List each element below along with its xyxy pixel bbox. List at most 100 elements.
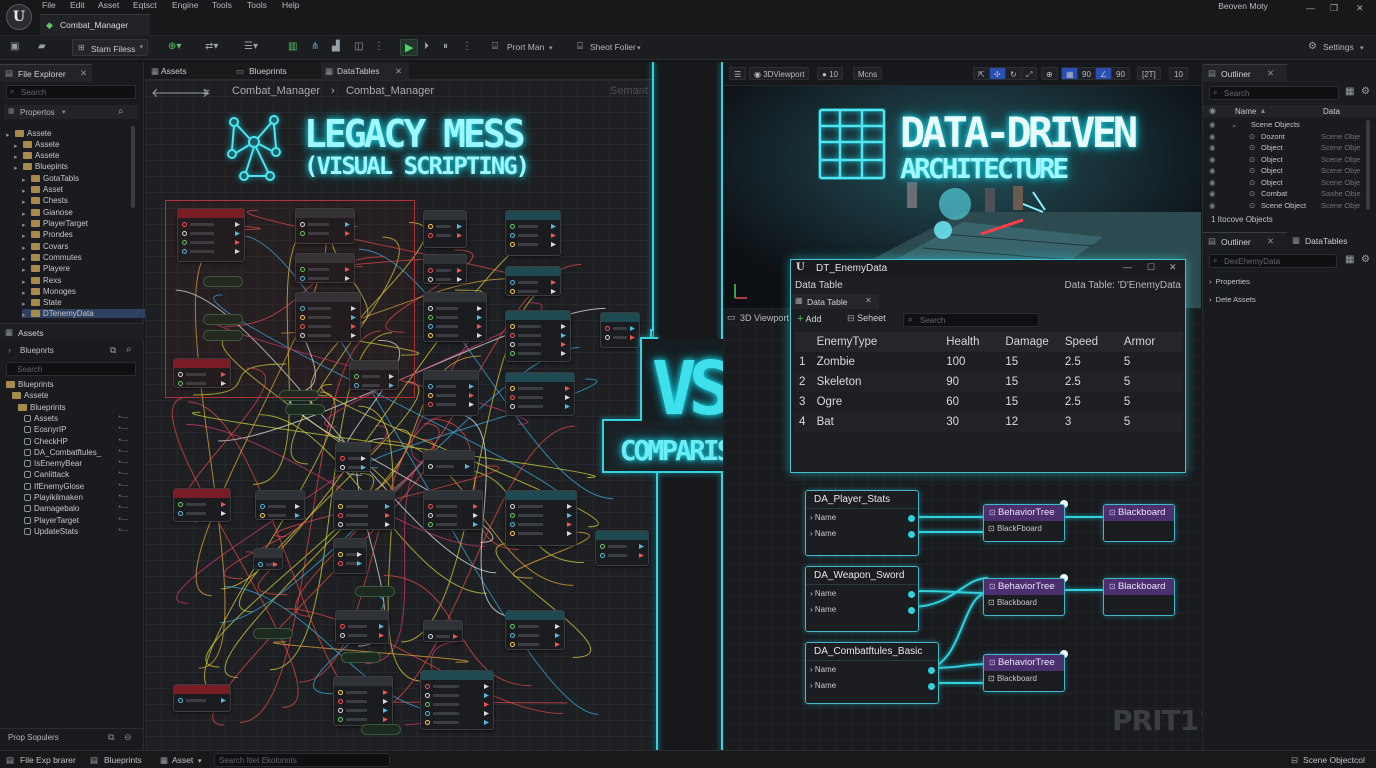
search-icon[interactable]: ⌕ <box>126 344 132 355</box>
table-cell[interactable]: Skeleton <box>817 372 947 392</box>
behavior-tree-node[interactable]: ⊡ BehaviorTree ⊡ BlackFboard <box>983 504 1065 542</box>
table-cell[interactable]: 5 <box>1124 372 1183 392</box>
play-button[interactable]: ▶ <box>400 39 418 56</box>
node-pin[interactable] <box>425 711 430 716</box>
save-icon[interactable]: ▣ <box>10 41 19 52</box>
minimize-icon[interactable]: — <box>1123 262 1132 272</box>
step-icon[interactable]: ⏵ <box>424 41 429 52</box>
asset-item[interactable]: Playikilmaken •— <box>24 493 136 502</box>
node-pin[interactable] <box>477 306 482 311</box>
filter-icon[interactable]: ▦ <box>1345 86 1354 97</box>
branch-icon[interactable]: ⋔ <box>311 41 319 52</box>
node-pin[interactable] <box>428 464 433 469</box>
node-pin[interactable] <box>428 224 433 229</box>
node-pin[interactable] <box>510 289 515 294</box>
column-header[interactable]: Damage <box>1005 332 1065 352</box>
blueprint-node[interactable] <box>505 372 575 416</box>
blueprint-node[interactable] <box>423 370 479 416</box>
blueprint-node[interactable] <box>333 538 367 574</box>
details-search-input[interactable]: ⌕ DexEhemyData <box>1209 254 1337 268</box>
scrollbar[interactable] <box>131 126 135 208</box>
visibility-icon[interactable]: ◉ <box>1209 189 1216 198</box>
settings-icon[interactable]: ⊖ <box>124 732 132 743</box>
node-pin[interactable] <box>428 402 433 407</box>
node-pin[interactable] <box>473 504 478 509</box>
tab-datatables[interactable]: ▦ DataTables <box>1287 232 1376 250</box>
datatable-search-input[interactable]: ⌕ Search <box>903 313 1039 327</box>
node-pin[interactable] <box>561 324 566 329</box>
scrollbar[interactable] <box>1366 120 1370 210</box>
visibility-icon[interactable]: ◉ <box>1209 143 1216 152</box>
folder-icon[interactable]: ▰ <box>38 41 46 52</box>
sheet-folder-menu[interactable]: Sheot Folier <box>590 42 636 52</box>
blueprint-node[interactable] <box>423 254 467 284</box>
variable-node[interactable] <box>361 724 401 735</box>
node-pin[interactable] <box>428 233 433 238</box>
node-pin[interactable] <box>477 333 482 338</box>
fov-control[interactable]: ● 10 <box>817 67 843 80</box>
node-pin[interactable] <box>484 693 489 698</box>
share-icon[interactable]: ⇄▾ <box>205 41 218 52</box>
outliner-row[interactable]: ◉ ⊙ Object Scene Obje <box>1203 155 1376 166</box>
node-pin[interactable] <box>484 711 489 716</box>
node-pin[interactable] <box>477 324 482 329</box>
node-pin[interactable] <box>551 224 556 229</box>
node-pin[interactable] <box>477 315 482 320</box>
node-pin[interactable] <box>428 504 433 509</box>
node-pin[interactable] <box>428 306 433 311</box>
tree-item[interactable]: ▸ Covars <box>22 242 68 252</box>
node-pin[interactable] <box>385 504 390 509</box>
tree-item[interactable]: ▸ Commutes <box>22 253 82 263</box>
table-cell[interactable]: 15 <box>1005 372 1064 392</box>
node-pin[interactable] <box>510 351 515 356</box>
section-data-assets[interactable]: › Dete Assets <box>1209 295 1256 304</box>
close-tab-icon[interactable]: ✕ <box>80 68 87 79</box>
angle-snap-icon[interactable]: ∠ <box>1095 67 1113 80</box>
node-pin[interactable] <box>510 513 515 518</box>
output-pin[interactable] <box>908 531 915 538</box>
list-icon[interactable]: ☰▾ <box>244 41 258 52</box>
node-pin[interactable] <box>567 504 572 509</box>
table-row[interactable]: 3 Ogre 60 15 2.5 5 <box>795 392 1183 412</box>
blueprint-node[interactable] <box>255 490 305 520</box>
node-pin[interactable] <box>561 351 566 356</box>
hierarchy-icon[interactable]: ⌗ <box>203 85 210 100</box>
node-pin[interactable] <box>379 624 384 629</box>
more-icon[interactable]: •— <box>119 437 128 444</box>
asset-item[interactable]: CheckHP •— <box>24 437 136 446</box>
section-properties[interactable]: › Properties <box>1209 277 1250 286</box>
menu-help[interactable]: Help <box>282 0 299 10</box>
node-pin[interactable] <box>510 624 515 629</box>
node-pin[interactable] <box>551 289 556 294</box>
node-pin[interactable] <box>338 690 343 695</box>
node-pin[interactable] <box>428 268 433 273</box>
node-pin[interactable] <box>340 465 345 470</box>
blueprint-node[interactable] <box>423 450 475 476</box>
column-header[interactable]: Speed <box>1064 332 1124 352</box>
status-file-explorer[interactable]: File Exp brarer <box>20 755 76 765</box>
node-pin[interactable] <box>457 277 462 282</box>
tree-item[interactable]: ▸ DTenemyData <box>22 309 146 319</box>
node-pin[interactable] <box>551 280 556 285</box>
node-pin[interactable] <box>484 702 489 707</box>
node-pin[interactable] <box>510 404 515 409</box>
table-cell[interactable]: 15 <box>1005 392 1064 412</box>
data-asset-node[interactable]: DA_Combatftules_Basic › Name › Name <box>805 642 939 704</box>
search-icon[interactable]: ⌕ <box>118 106 124 117</box>
asset-item[interactable]: IfEnemyGlose •— <box>24 482 136 491</box>
node-pin[interactable] <box>338 717 343 722</box>
col-name[interactable]: Name <box>1235 107 1256 116</box>
node-pin[interactable] <box>555 633 560 638</box>
tree-item[interactable]: ▸ Assete <box>6 129 51 139</box>
node-pin[interactable] <box>357 552 362 557</box>
blueprint-node[interactable] <box>505 610 565 650</box>
close-icon[interactable]: ✕ <box>1356 3 1364 14</box>
node-pin[interactable] <box>457 268 462 273</box>
stats-icon[interactable]: ▟ <box>332 41 340 52</box>
more-icon[interactable]: •— <box>119 459 128 466</box>
menu-eqtsct[interactable]: Eqtsct <box>133 0 157 10</box>
node-pin[interactable] <box>338 708 343 713</box>
node-pin[interactable] <box>551 233 556 238</box>
build-icon[interactable]: ◫ <box>354 41 363 52</box>
node-pin[interactable] <box>178 511 183 516</box>
